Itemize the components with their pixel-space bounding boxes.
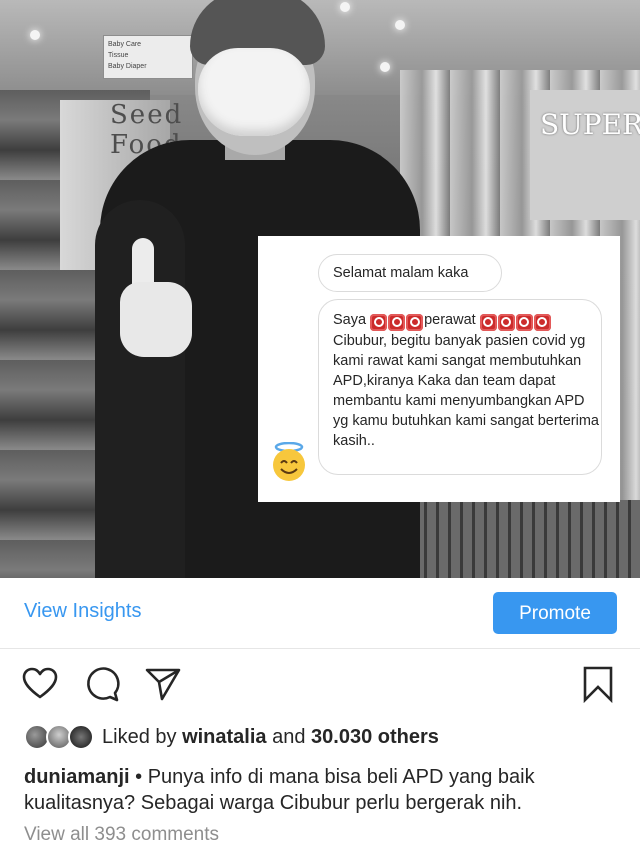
aisle-sign-line: Baby Diaper	[108, 63, 147, 70]
post-actions	[0, 660, 640, 710]
store-banner-text: SUPER	[540, 108, 640, 141]
aisle-sign-line: Tissue	[108, 52, 129, 59]
caption-username[interactable]: duniamanji	[24, 766, 130, 788]
likes-row[interactable]: Liked by winatalia and 30.030 others	[24, 722, 624, 752]
caption-separator: •	[129, 766, 148, 788]
chat-message-text: Cibubur, begitu banyak pasien covid yg k…	[333, 333, 599, 449]
censor-icon	[406, 314, 424, 331]
shopping-cart	[400, 500, 640, 578]
view-all-comments-link[interactable]: View all 393 comments	[24, 824, 219, 846]
ceiling-light	[30, 30, 40, 40]
likes-count[interactable]: 30.030 others	[311, 726, 439, 748]
heart-icon[interactable]	[20, 664, 60, 704]
face-mask	[198, 48, 310, 136]
divider	[0, 648, 640, 649]
aisle-hanging-sign: Baby Care Tissue Baby Diaper	[103, 35, 193, 79]
censor-icon	[479, 314, 497, 331]
censor-icon	[515, 314, 533, 331]
share-icon[interactable]	[143, 664, 183, 704]
censor-icon	[497, 314, 515, 331]
censor-group	[479, 312, 552, 331]
promote-button[interactable]: Promote	[493, 592, 617, 634]
chat-message-text: perawat	[424, 312, 480, 328]
dm-screenshot-overlay: Selamat malam kaka Saya perawat Cibubur,…	[258, 236, 620, 502]
insights-bar: View Insights Promote	[0, 578, 640, 648]
comment-icon[interactable]	[82, 664, 122, 704]
bookmark-icon[interactable]	[578, 664, 618, 704]
censor-group	[370, 312, 424, 331]
view-insights-link[interactable]: View Insights	[24, 600, 141, 623]
ceiling-light	[340, 2, 350, 12]
gloved-hand	[120, 282, 192, 357]
post-photo[interactable]: Baby Care Tissue Baby Diaper Seed Food S…	[0, 0, 640, 578]
chat-message-text: Saya	[333, 312, 371, 328]
smiling-face-with-halo-icon	[273, 442, 305, 481]
censor-icon	[388, 314, 406, 331]
chat-bubble-greeting: Selamat malam kaka	[318, 254, 502, 292]
likes-summary: Liked by winatalia and 30.030 others	[102, 726, 439, 749]
likes-prefix: Liked by	[102, 726, 183, 748]
ceiling-light	[380, 62, 390, 72]
likes-middle: and	[266, 726, 312, 748]
censor-icon	[533, 314, 551, 331]
liker-avatar	[68, 724, 94, 750]
aisle-sign-line: Baby Care	[108, 41, 142, 48]
liker-username[interactable]: winatalia	[182, 726, 266, 748]
post-caption: duniamanji • Punya info di mana bisa bel…	[24, 764, 624, 816]
censor-icon	[370, 314, 388, 331]
chat-bubble-message: Saya perawat Cibubur, begitu banyak pasi…	[318, 299, 602, 475]
ceiling-light	[395, 20, 405, 30]
